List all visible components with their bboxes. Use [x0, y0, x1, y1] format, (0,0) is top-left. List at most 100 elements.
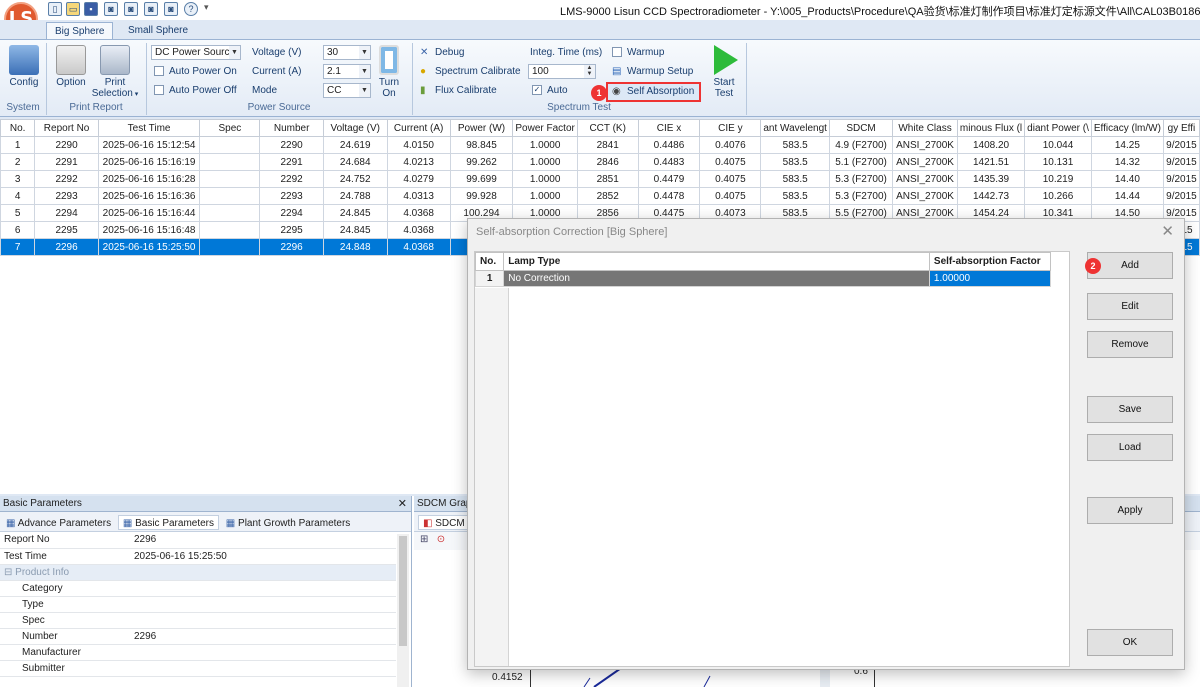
- column-header[interactable]: No.: [0, 119, 36, 137]
- column-header[interactable]: Power (W): [449, 119, 514, 137]
- column-header[interactable]: minous Flux (l: [956, 119, 1026, 137]
- table-row[interactable]: 1 2290 2025-06-16 15:12:54 2290 24.619 4.0150…: [0, 136, 1200, 154]
- column-header[interactable]: CCT (K): [576, 119, 639, 137]
- close-icon[interactable]: ✕: [398, 496, 407, 512]
- warmup-setup-icon: ▤: [612, 66, 622, 77]
- open-folder-icon[interactable]: ▭: [66, 2, 80, 16]
- flux-icon: ▮: [420, 85, 426, 96]
- property-row[interactable]: Type: [0, 596, 396, 613]
- property-row[interactable]: Number 2296: [0, 628, 396, 645]
- table-cell: 2025-06-16 15:16:44: [97, 204, 201, 222]
- column-header[interactable]: Test Time: [97, 119, 201, 137]
- print-selection-button[interactable]: Print Selection ▾: [90, 45, 140, 100]
- auto-checkbox[interactable]: ✓ Auto: [532, 85, 568, 96]
- debug-button[interactable]: ✕ Debug: [420, 47, 464, 58]
- table-cell: 583.5: [760, 170, 830, 188]
- quick-access-dropdown-icon[interactable]: ▾: [204, 2, 209, 13]
- compare-icon-4[interactable]: ◙: [164, 2, 178, 16]
- column-header[interactable]: Efficacy (lm/W): [1090, 119, 1164, 137]
- auto-power-off-checkbox[interactable]: Auto Power Off: [154, 85, 237, 96]
- table-cell: 4.0368: [386, 238, 451, 256]
- property-row[interactable]: Report No 2296: [0, 532, 396, 549]
- tab-basic-parameters[interactable]: ▦ Basic Parameters: [117, 515, 220, 530]
- target-icon[interactable]: ⊙: [437, 534, 445, 545]
- ok-button[interactable]: OK: [1087, 629, 1173, 656]
- table-row[interactable]: 4 2293 2025-06-16 15:16:36 2293 24.788 4.0313…: [0, 187, 1200, 205]
- flux-calibrate-button[interactable]: ▮ Flux Calibrate: [420, 85, 497, 96]
- start-test-label: Start Test: [713, 77, 735, 99]
- tab-sdcm[interactable]: ◧ SDCM: [418, 515, 470, 530]
- tab-plant-growth-parameters[interactable]: ▦ Plant Growth Parameters: [222, 516, 355, 531]
- compare-icon-2[interactable]: ◙: [124, 2, 138, 16]
- column-header[interactable]: SDCM: [828, 119, 894, 137]
- table-row[interactable]: 1 No Correction 1.00000: [474, 270, 1052, 287]
- spectrum-calibrate-button[interactable]: ● Spectrum Calibrate: [420, 66, 521, 77]
- property-row[interactable]: Spec: [0, 612, 396, 629]
- lamp-type-grid[interactable]: No. Lamp Type Self-absorption Factor 1 N…: [474, 251, 1070, 667]
- apply-button[interactable]: Apply: [1087, 497, 1173, 524]
- save-icon[interactable]: ▪: [84, 2, 98, 16]
- column-header[interactable]: diant Power (\: [1024, 119, 1092, 137]
- compare-icon-3[interactable]: ◙: [144, 2, 158, 16]
- table-cell: 9/2015: [1162, 187, 1200, 205]
- table-cell: 2295: [259, 221, 324, 239]
- table-cell: 7: [0, 238, 36, 256]
- warmup-setup-button[interactable]: ▤ Warmup Setup: [612, 66, 693, 77]
- property-row[interactable]: Test Time 2025-06-16 15:25:50: [0, 548, 396, 565]
- power-source-group-label: Power Source: [247, 102, 311, 113]
- ribbon: Config System Option Print Selection ▾ P…: [0, 39, 1200, 117]
- column-header[interactable]: CIE x: [637, 119, 701, 137]
- auto-power-on-checkbox[interactable]: Auto Power On: [154, 66, 237, 77]
- self-absorption-button[interactable]: ◉ Self Absorption: [606, 82, 701, 102]
- table-cell: 1.0000: [512, 153, 578, 171]
- column-header[interactable]: CIE y: [699, 119, 762, 137]
- column-header[interactable]: Report No: [34, 119, 99, 137]
- column-header[interactable]: Spec: [199, 119, 261, 137]
- help-icon[interactable]: ?: [184, 2, 198, 16]
- property-row[interactable]: Manufacturer: [0, 644, 396, 661]
- scrollbar[interactable]: [397, 534, 409, 687]
- mode-select[interactable]: CC ▼: [323, 83, 371, 98]
- table-cell: 99.262: [449, 153, 514, 171]
- turn-on-button[interactable]: Turn On: [374, 45, 404, 99]
- property-category[interactable]: ⊟ Product Info: [0, 564, 396, 581]
- remove-button[interactable]: Remove: [1087, 331, 1173, 358]
- warmup-checkbox[interactable]: Warmup: [612, 47, 664, 58]
- compare-icon-1[interactable]: ◙: [104, 2, 118, 16]
- table-cell: 4.0279: [386, 170, 451, 188]
- export-icon[interactable]: ⊞: [420, 534, 428, 545]
- current-select[interactable]: 2.1 ▼: [323, 64, 371, 79]
- option-button[interactable]: Option: [52, 45, 90, 88]
- column-header[interactable]: Power Factor: [512, 119, 578, 137]
- integ-time-input[interactable]: 100 ▲ ▼: [528, 64, 596, 79]
- voltage-select[interactable]: 30 ▼: [323, 45, 371, 60]
- power-source-select[interactable]: DC Power Source ▼: [151, 45, 241, 60]
- load-button[interactable]: Load: [1087, 434, 1173, 461]
- column-header[interactable]: gy Effi: [1162, 119, 1200, 137]
- column-header[interactable]: Number: [259, 119, 324, 137]
- property-row[interactable]: Category: [0, 580, 396, 597]
- property-row[interactable]: Submitter: [0, 660, 396, 677]
- config-button[interactable]: Config: [6, 45, 42, 88]
- tab-advance-parameters[interactable]: ▦ Advance Parameters: [2, 516, 115, 531]
- start-test-button[interactable]: Start Test: [706, 45, 742, 99]
- table-cell: 24.752: [322, 170, 388, 188]
- table-cell: 5: [0, 204, 36, 222]
- grid-icon: ▦: [122, 518, 136, 529]
- column-header[interactable]: White Class: [892, 119, 958, 137]
- close-icon[interactable]: ✕: [1161, 222, 1174, 240]
- tab-big-sphere[interactable]: Big Sphere: [46, 22, 114, 40]
- column-header[interactable]: ant Wavelengt: [760, 119, 830, 137]
- new-file-icon[interactable]: ▯: [48, 2, 62, 16]
- play-icon: [714, 45, 738, 75]
- table-row[interactable]: 2 2291 2025-06-16 15:16:19 2291 24.684 4.0213…: [0, 153, 1200, 171]
- edit-button[interactable]: Edit: [1087, 293, 1173, 320]
- tab-small-sphere[interactable]: Small Sphere: [120, 22, 196, 40]
- column-header[interactable]: Current (A): [386, 119, 451, 137]
- column-header[interactable]: Voltage (V): [322, 119, 388, 137]
- table-cell: 24.845: [322, 204, 388, 222]
- table-row[interactable]: 3 2292 2025-06-16 15:16:28 2292 24.752 4.0279…: [0, 170, 1200, 188]
- table-cell: 14.44: [1090, 187, 1164, 205]
- config-label: Config: [9, 77, 39, 88]
- save-button[interactable]: Save: [1087, 396, 1173, 423]
